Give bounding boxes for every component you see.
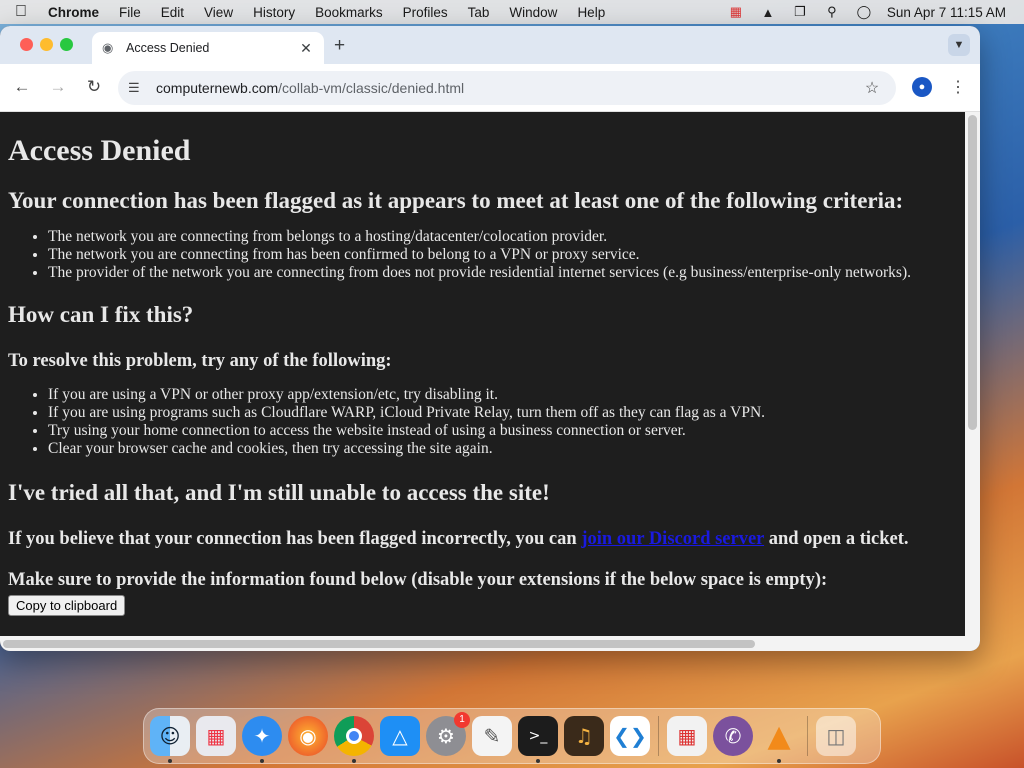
firefox-icon[interactable]: ◉ — [288, 716, 328, 756]
tab-title: Access Denied — [126, 41, 210, 55]
vlc-icon[interactable]: ▲ — [759, 716, 799, 763]
instruments-icon[interactable]: ♫ — [564, 716, 604, 756]
criteria-list: The network you are connecting from belo… — [48, 228, 957, 282]
list-item: The network you are connecting from has … — [48, 246, 957, 264]
fixes-list: If you are using a VPN or other proxy ap… — [48, 386, 957, 458]
list-item: If you are using programs such as Cloudf… — [48, 404, 957, 422]
url-path: /collab-vm/classic/denied.html — [278, 80, 465, 96]
finder-icon[interactable]: ☺ — [150, 716, 190, 763]
back-button[interactable]: ← — [11, 77, 33, 97]
tab-bar: ◉ Access Denied ✕ + ▼ — [0, 26, 980, 64]
textedit-icon[interactable]: ✎ — [472, 716, 512, 756]
dock-separator — [658, 716, 659, 756]
list-item: If you are using a VPN or other proxy ap… — [48, 386, 957, 404]
reload-button[interactable]: ↻ — [83, 77, 105, 97]
parallels-status-icon[interactable]: ▦ — [727, 4, 745, 19]
menu-bar:  Chrome File Edit View History Bookmark… — [0, 0, 1024, 24]
menu-profiles[interactable]: Profiles — [393, 5, 458, 20]
incorrect-prefix: If you believe that your connection has … — [8, 529, 582, 549]
menu-window[interactable]: Window — [499, 5, 567, 20]
app-store-icon[interactable]: △ — [380, 716, 420, 756]
menu-tab[interactable]: Tab — [458, 5, 500, 20]
list-item: Clear your browser cache and cookies, th… — [48, 440, 957, 458]
globe-icon: ◉ — [102, 40, 114, 55]
bookmark-star-icon[interactable]: ☆ — [862, 78, 882, 98]
forward-button[interactable]: → — [47, 77, 69, 97]
fix-heading: How can I fix this? — [8, 302, 194, 327]
address-bar[interactable]: ☰ computernewb.com/collab-vm/classic/den… — [118, 71, 896, 105]
list-item: The network you are connecting from belo… — [48, 228, 957, 246]
menu-app-name[interactable]: Chrome — [42, 5, 109, 20]
window-status-icon[interactable]: ❐ — [791, 4, 809, 19]
chrome-icon[interactable] — [334, 716, 374, 763]
apple-icon[interactable]:  — [0, 3, 42, 21]
control-center-icon[interactable]: ◯ — [855, 4, 873, 19]
minimize-window-button[interactable] — [40, 38, 53, 51]
menu-history[interactable]: History — [243, 5, 305, 20]
terminal-icon[interactable]: >_ — [518, 716, 558, 763]
list-item: Try using your home connection to access… — [48, 422, 957, 440]
page-title: Access Denied — [8, 134, 191, 167]
dock-separator — [807, 716, 808, 756]
browser-toolbar: ← → ↻ ☰ computernewb.com/collab-vm/class… — [0, 64, 980, 112]
safari-icon[interactable]: ✦ — [242, 716, 282, 763]
close-window-button[interactable] — [20, 38, 33, 51]
menu-help[interactable]: Help — [567, 5, 615, 20]
system-settings-icon[interactable]: ⚙ 1 — [426, 712, 470, 756]
list-item: The provider of the network you are conn… — [48, 264, 957, 282]
browser-window: ◉ Access Denied ✕ + ▼ ← → ↻ ☰ computerne… — [0, 26, 980, 651]
vscode-icon[interactable]: ❮❯ — [610, 716, 650, 756]
tab-access-denied[interactable]: ◉ Access Denied ✕ — [92, 32, 324, 64]
menu-view[interactable]: View — [194, 5, 243, 20]
viber-icon[interactable]: ✆ — [713, 716, 753, 756]
provide-info-text: Make sure to provide the information fou… — [8, 570, 828, 590]
incorrect-suffix: and open a ticket. — [764, 529, 909, 549]
resolve-heading: To resolve this problem, try any of the … — [8, 351, 392, 371]
dock: ☺ ▦ ✦ ◉ △ ⚙ 1 ✎ >_ ♫ ❮❯ ▦ ✆ ▲ ◫ — [143, 708, 881, 764]
horizontal-scroll-thumb[interactable] — [3, 640, 755, 648]
profile-avatar-icon[interactable]: ● — [912, 77, 932, 97]
url-text[interactable]: computernewb.com/collab-vm/classic/denie… — [156, 80, 862, 96]
vlc-status-icon[interactable]: ▲ — [759, 5, 777, 20]
horizontal-scrollbar[interactable] — [0, 636, 980, 651]
spotlight-search-icon[interactable]: ⚲ — [823, 4, 841, 19]
copy-to-clipboard-button[interactable]: Copy to clipboard — [8, 595, 126, 616]
page-content: Access Denied Your connection has been f… — [0, 112, 965, 636]
new-tab-button[interactable]: + — [334, 35, 345, 57]
tab-close-icon[interactable]: ✕ — [296, 40, 316, 57]
parallels-icon[interactable]: ▦ — [667, 716, 707, 756]
discord-link[interactable]: join our Discord server — [581, 529, 764, 549]
menubar-clock[interactable]: Sun Apr 7 11:15 AM — [887, 5, 1006, 20]
menu-bookmarks[interactable]: Bookmarks — [305, 5, 393, 20]
trash-icon[interactable]: ◫ — [816, 716, 856, 756]
notification-badge: 1 — [454, 712, 470, 728]
menu-edit[interactable]: Edit — [151, 5, 194, 20]
site-info-icon[interactable]: ☰ — [128, 80, 144, 96]
menu-file[interactable]: File — [109, 5, 151, 20]
tab-search-chevron-icon[interactable]: ▼ — [948, 34, 970, 56]
zoom-window-button[interactable] — [60, 38, 73, 51]
flagged-heading: Your connection has been flagged as it a… — [8, 188, 904, 213]
vertical-scrollbar[interactable] — [965, 112, 980, 636]
more-menu-icon[interactable]: ⋮ — [950, 77, 966, 97]
url-host: computernewb.com — [156, 80, 279, 96]
tried-heading: I've tried all that, and I'm still unabl… — [8, 480, 550, 505]
vertical-scroll-thumb[interactable] — [968, 115, 977, 430]
flagged-incorrectly-text: If you believe that your connection has … — [8, 528, 957, 550]
launchpad-icon[interactable]: ▦ — [196, 716, 236, 756]
